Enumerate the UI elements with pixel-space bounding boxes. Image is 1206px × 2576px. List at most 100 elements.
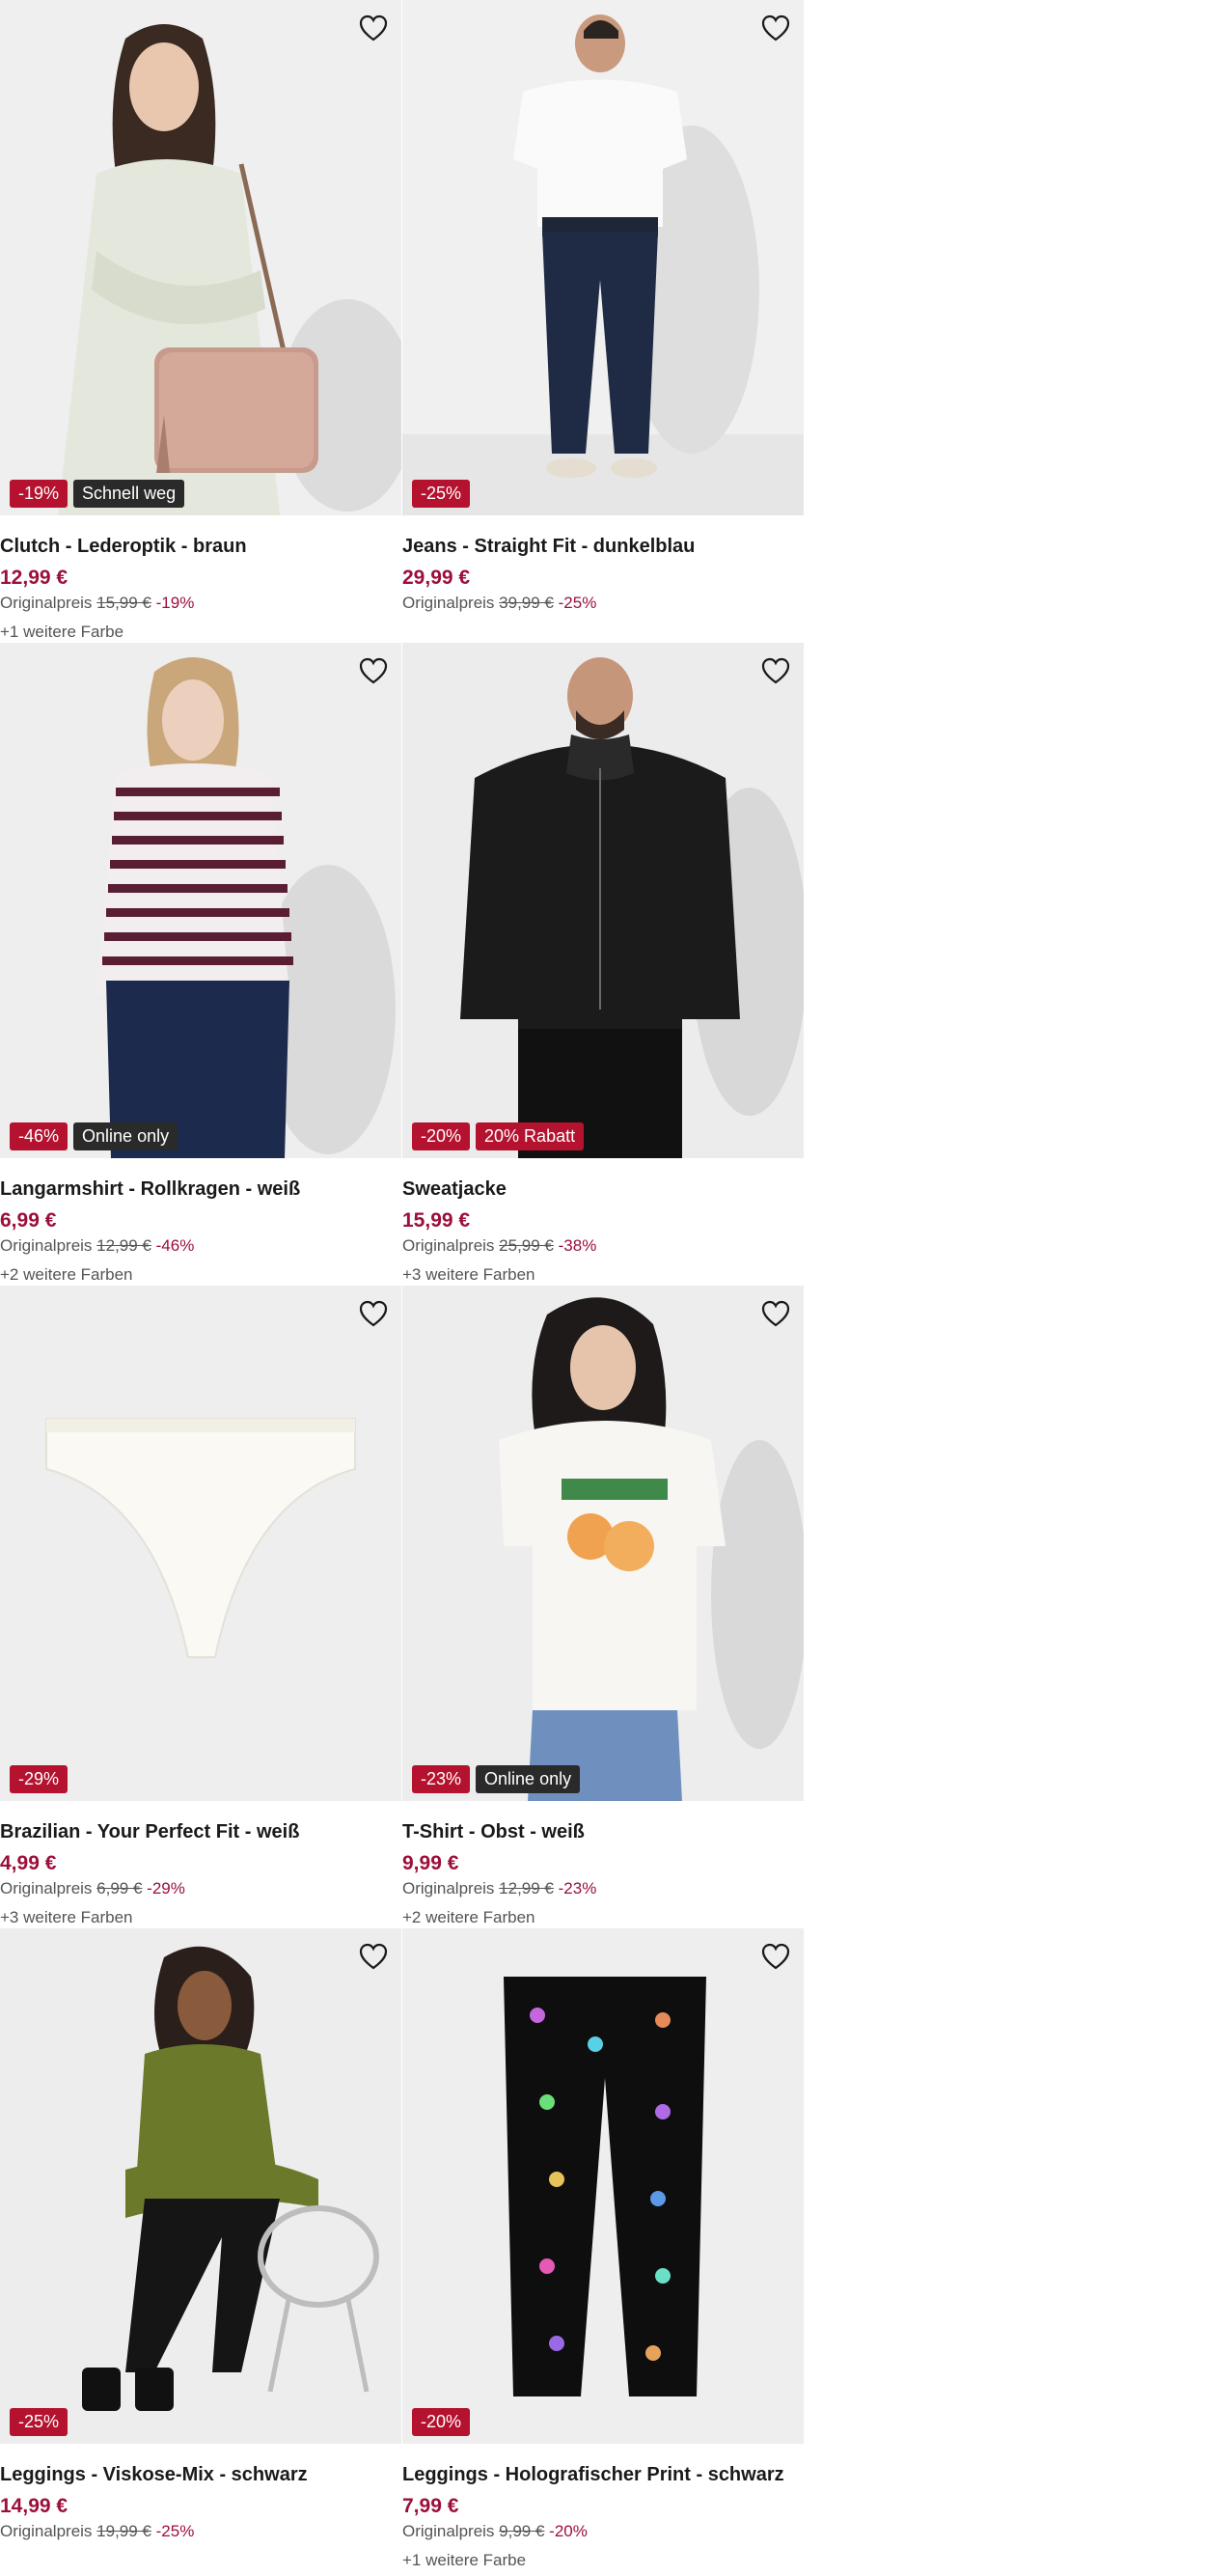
product-info: Leggings - Viskose-Mix - schwarz 14,99 €… bbox=[0, 2459, 396, 2542]
unicorn-leggings-illustration bbox=[402, 1928, 804, 2444]
original-price: 12,99 € bbox=[499, 1879, 554, 1897]
discount-percent: -19% bbox=[155, 594, 195, 612]
original-price: 19,99 € bbox=[96, 2522, 151, 2540]
product-price: 6,99 € bbox=[0, 1209, 57, 1232]
product-info: T-Shirt - Obst - weiß 9,99 € Originalpre… bbox=[402, 1816, 798, 1928]
discount-percent: -20% bbox=[549, 2522, 588, 2540]
original-price-label: Originalpreis bbox=[0, 1879, 93, 1897]
product-info: Sweatjacke 15,99 € Originalpreis 25,99 €… bbox=[402, 1174, 798, 1286]
wishlist-button[interactable] bbox=[759, 1297, 792, 1330]
wishlist-button[interactable] bbox=[357, 1297, 390, 1330]
more-colors[interactable]: +2 weitere Farben bbox=[0, 1264, 396, 1286]
wishlist-button[interactable] bbox=[759, 654, 792, 687]
product-card[interactable]: -20% 20% Rabatt Sweatjacke 15,99 € Origi… bbox=[402, 643, 805, 1286]
discount-badge: -46% bbox=[10, 1122, 69, 1150]
discount-badge: -25% bbox=[412, 480, 471, 508]
product-title[interactable]: Clutch - Lederoptik - braun bbox=[0, 531, 396, 562]
woman-striped-turtleneck-illustration bbox=[0, 643, 401, 1158]
product-info: Leggings - Holografischer Print - schwar… bbox=[402, 2459, 798, 2571]
more-colors[interactable]: +3 weitere Farben bbox=[402, 1264, 798, 1286]
product-image[interactable]: -20% 20% Rabatt bbox=[402, 643, 804, 1158]
wishlist-button[interactable] bbox=[357, 12, 390, 44]
discount-badge: -25% bbox=[10, 2408, 69, 2436]
wishlist-button[interactable] bbox=[357, 1940, 390, 1973]
original-price-line: Originalpreis 12,99 € -23% bbox=[402, 1878, 798, 1899]
heart-outline-icon bbox=[761, 1943, 790, 1970]
heart-outline-icon bbox=[359, 657, 388, 684]
original-price: 25,99 € bbox=[499, 1236, 554, 1255]
product-card[interactable]: -23% Online only T-Shirt - Obst - weiß 9… bbox=[402, 1286, 805, 1928]
more-colors[interactable]: +1 weitere Farbe bbox=[402, 2550, 798, 2571]
more-colors[interactable]: +3 weitere Farben bbox=[0, 1907, 396, 1928]
product-title[interactable]: Leggings - Holografischer Print - schwar… bbox=[402, 2459, 798, 2490]
product-card[interactable]: -19% Schnell weg Clutch - Lederoptik - b… bbox=[0, 0, 402, 643]
discount-percent: -25% bbox=[155, 2522, 195, 2540]
product-info: Brazilian - Your Perfect Fit - weiß 4,99… bbox=[0, 1816, 396, 1928]
product-card[interactable]: -46% Online only Langarmshirt - Rollkrag… bbox=[0, 643, 402, 1286]
promo-badge: Online only bbox=[476, 1765, 581, 1793]
more-colors[interactable]: +1 weitere Farbe bbox=[0, 622, 396, 643]
heart-outline-icon bbox=[761, 1300, 790, 1327]
badge-list: -25% bbox=[10, 2408, 69, 2436]
promo-badge: Schnell weg bbox=[73, 480, 185, 508]
product-info: Clutch - Lederoptik - braun 12,99 € Orig… bbox=[0, 531, 396, 643]
wishlist-button[interactable] bbox=[759, 1940, 792, 1973]
product-image[interactable]: -19% Schnell weg bbox=[0, 0, 401, 515]
original-price-line: Originalpreis 9,99 € -20% bbox=[402, 2521, 798, 2542]
product-price: 15,99 € bbox=[402, 1209, 471, 1232]
product-card[interactable]: -29% Brazilian - Your Perfect Fit - weiß… bbox=[0, 1286, 402, 1928]
original-price-line: Originalpreis 15,99 € -19% bbox=[0, 593, 396, 614]
product-title[interactable]: Leggings - Viskose-Mix - schwarz bbox=[0, 2459, 396, 2490]
woman-with-bag-illustration bbox=[0, 0, 401, 515]
original-price: 6,99 € bbox=[96, 1879, 143, 1897]
badge-list: -20% bbox=[412, 2408, 471, 2436]
discount-badge: -19% bbox=[10, 480, 69, 508]
promo-badge: 20% Rabatt bbox=[476, 1122, 585, 1150]
product-title[interactable]: Jeans - Straight Fit - dunkelblau bbox=[402, 531, 798, 562]
heart-outline-icon bbox=[761, 14, 790, 42]
badge-list: -19% Schnell weg bbox=[10, 480, 185, 508]
discount-badge: -20% bbox=[412, 1122, 471, 1150]
original-price-label: Originalpreis bbox=[0, 1236, 93, 1255]
original-price: 12,99 € bbox=[96, 1236, 151, 1255]
product-price: 7,99 € bbox=[402, 2495, 459, 2517]
discount-percent: -25% bbox=[558, 594, 597, 612]
discount-percent: -38% bbox=[558, 1236, 597, 1255]
product-title[interactable]: Brazilian - Your Perfect Fit - weiß bbox=[0, 1816, 396, 1847]
badge-list: -25% bbox=[412, 480, 471, 508]
product-image[interactable]: -23% Online only bbox=[402, 1286, 804, 1801]
promo-badge: Online only bbox=[73, 1122, 178, 1150]
more-colors[interactable]: +2 weitere Farben bbox=[402, 1907, 798, 1928]
striped-shirt bbox=[96, 763, 293, 995]
original-price: 15,99 € bbox=[96, 594, 151, 612]
product-card[interactable]: -20% Leggings - Holografischer Print - s… bbox=[402, 1928, 805, 2571]
badge-list: -23% Online only bbox=[412, 1765, 581, 1793]
man-in-jeans-illustration bbox=[402, 0, 804, 515]
product-info: Jeans - Straight Fit - dunkelblau 29,99 … bbox=[402, 531, 798, 614]
original-price-line: Originalpreis 12,99 € -46% bbox=[0, 1235, 396, 1257]
product-image[interactable]: -29% bbox=[0, 1286, 401, 1801]
product-title[interactable]: T-Shirt - Obst - weiß bbox=[402, 1816, 798, 1847]
original-price-line: Originalpreis 19,99 € -25% bbox=[0, 2521, 396, 2542]
wishlist-button[interactable] bbox=[357, 654, 390, 687]
product-image[interactable]: -25% bbox=[0, 1928, 401, 2444]
heart-outline-icon bbox=[359, 1943, 388, 1970]
product-price: 9,99 € bbox=[402, 1852, 459, 1874]
product-card[interactable]: -25% Jeans - Straight Fit - dunkelblau 2… bbox=[402, 0, 805, 643]
product-title[interactable]: Sweatjacke bbox=[402, 1174, 798, 1205]
original-price-line: Originalpreis 25,99 € -38% bbox=[402, 1235, 798, 1257]
product-image[interactable]: -20% bbox=[402, 1928, 804, 2444]
product-image[interactable]: -25% bbox=[402, 0, 804, 515]
product-title[interactable]: Langarmshirt - Rollkragen - weiß bbox=[0, 1174, 396, 1205]
product-price: 4,99 € bbox=[0, 1852, 57, 1874]
product-price: 14,99 € bbox=[0, 2495, 69, 2517]
product-image[interactable]: -46% Online only bbox=[0, 643, 401, 1158]
product-card[interactable]: -25% Leggings - Viskose-Mix - schwarz 14… bbox=[0, 1928, 402, 2571]
heart-outline-icon bbox=[359, 14, 388, 42]
wishlist-button[interactable] bbox=[759, 12, 792, 44]
heart-outline-icon bbox=[359, 1300, 388, 1327]
discount-percent: -46% bbox=[155, 1236, 195, 1255]
original-price-line: Originalpreis 6,99 € -29% bbox=[0, 1878, 396, 1899]
man-black-hoodie-illustration bbox=[402, 643, 804, 1158]
product-info: Langarmshirt - Rollkragen - weiß 6,99 € … bbox=[0, 1174, 396, 1286]
